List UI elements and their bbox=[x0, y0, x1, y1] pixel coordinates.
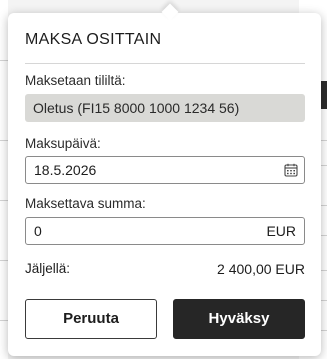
amount-label: Maksettava summa: bbox=[25, 196, 146, 211]
date-label: Maksupäivä: bbox=[25, 136, 101, 151]
remaining-label: Jäljellä: bbox=[25, 261, 71, 276]
remaining-value: 2 400,00 EUR bbox=[217, 261, 305, 277]
cancel-button[interactable]: Peruuta bbox=[25, 299, 157, 339]
account-label: Maksetaan tililtä: bbox=[25, 73, 126, 88]
accept-button[interactable]: Hyväksy bbox=[173, 299, 305, 339]
popover-caret bbox=[161, 3, 179, 21]
partial-payment-popover: MAKSA OSITTAIN Maksetaan tililtä: Oletus… bbox=[8, 3, 321, 356]
background-page-left bbox=[0, 0, 8, 359]
amount-value: 0 bbox=[34, 223, 42, 239]
calendar-icon[interactable] bbox=[284, 163, 298, 177]
date-field[interactable]: 18.5.2026 bbox=[25, 156, 305, 184]
amount-input[interactable]: 0 EUR bbox=[25, 217, 305, 245]
account-field: Oletus (FI15 8000 1000 1234 56) bbox=[25, 94, 305, 122]
date-value: 18.5.2026 bbox=[34, 162, 97, 178]
currency-suffix: EUR bbox=[266, 223, 296, 239]
title-divider bbox=[25, 63, 305, 64]
popover-title: MAKSA OSITTAIN bbox=[25, 31, 162, 48]
